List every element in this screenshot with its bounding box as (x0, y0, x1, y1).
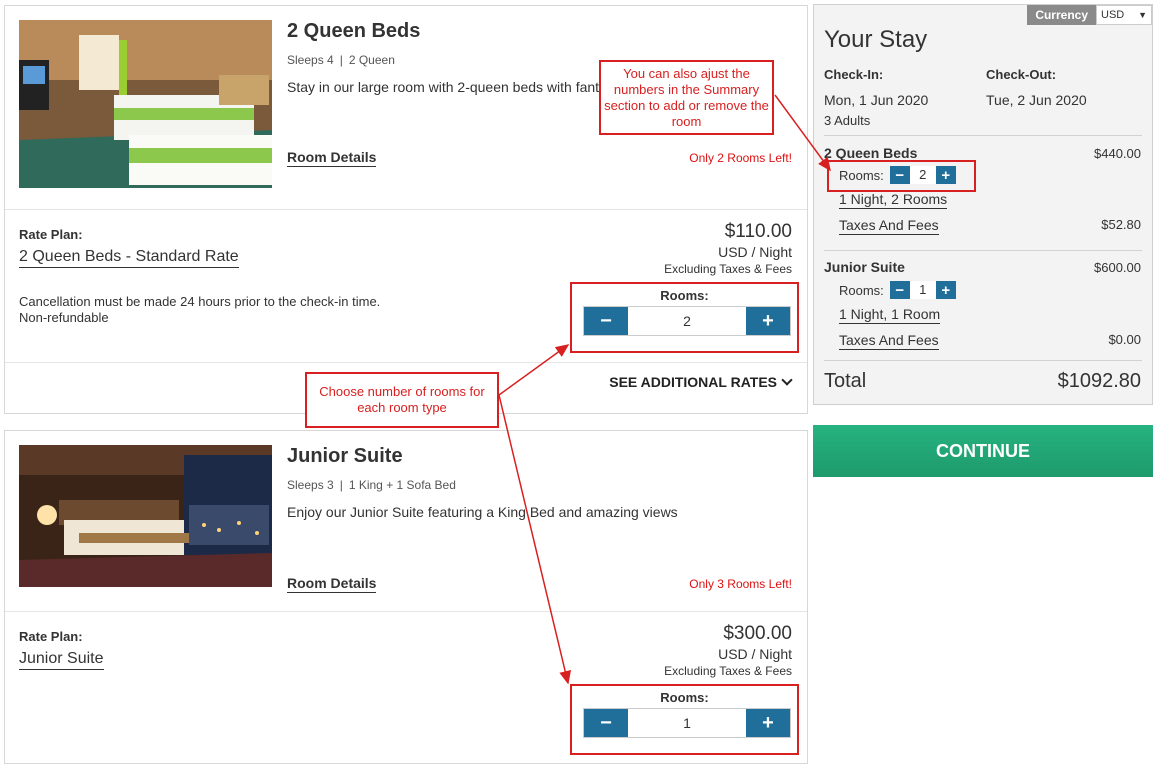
divider (5, 362, 807, 363)
currency-label: Currency (1027, 5, 1096, 25)
rooms-stepper-highlight: Rooms: − 1 + (570, 684, 799, 755)
see-additional-rates-link[interactable]: SEE ADDITIONAL RATES (609, 374, 793, 390)
cancellation-text: Cancellation must be made 24 hours prior… (19, 294, 381, 309)
currency-selector: Currency USD ▼ (1027, 5, 1152, 25)
plus-icon: + (762, 711, 774, 734)
chevron-down-icon (781, 374, 793, 386)
rooms-stepper-highlight: Rooms: − 2 + (570, 282, 799, 353)
minus-icon: − (895, 281, 905, 299)
summary-room-amount: $600.00 (1094, 260, 1141, 275)
summary-decrease-button[interactable]: − (889, 281, 910, 299)
availability-notice: Only 3 Rooms Left! (689, 577, 792, 591)
summary-room-amount: $440.00 (1094, 146, 1141, 161)
summary-stepper-highlight (827, 160, 976, 192)
total-label: Total (824, 370, 867, 392)
room-beds: 1 King + 1 Sofa Bed (348, 478, 456, 492)
summary-rooms-label: Rooms: (839, 282, 884, 298)
checkout-date: Tue, 2 Jun 2020 (986, 92, 1087, 108)
room-occupancy: Sleeps 3 | 1 King + 1 Sofa Bed (287, 478, 456, 492)
summary-taxes-link[interactable]: Taxes And Fees (839, 217, 939, 235)
meta-separator: | (339, 478, 343, 492)
room-sleeps: Sleeps 4 (287, 53, 334, 67)
divider (824, 360, 1142, 361)
price-note: Excluding Taxes & Fees (664, 262, 792, 276)
meta-separator: | (339, 53, 343, 67)
room-details-link[interactable]: Room Details (287, 575, 377, 593)
summary-room-name: 2 Queen Beds (824, 145, 918, 161)
summary-title: Your Stay (824, 26, 928, 53)
room-header: Junior Suite Sleeps 3 | 1 King + 1 Sofa Be… (5, 431, 807, 611)
price-unit: USD / Night (718, 646, 792, 662)
room-title: Junior Suite (287, 445, 403, 467)
summary-taxes-amount: $52.80 (1101, 217, 1141, 232)
summary-nights-link[interactable]: 1 Night, 2 Rooms (839, 191, 948, 209)
plus-icon: + (762, 309, 774, 332)
rooms-count-input[interactable]: 1 (628, 709, 746, 737)
summary-nights-link[interactable]: 1 Night, 1 Room (839, 306, 941, 324)
currency-value: USD (1101, 9, 1125, 21)
checkin-label: Check-In: (824, 67, 884, 82)
summary-rooms-count[interactable]: 1 (909, 281, 936, 299)
stay-summary: Currency USD ▼ Your Stay Check-In: Check… (813, 4, 1153, 405)
room-beds: 2 Queen (348, 53, 395, 67)
summary-taxes-amount: $0.00 (1108, 332, 1141, 347)
room-description: Enjoy our Junior Suite featuring a King … (287, 504, 678, 520)
rate-plan-name[interactable]: 2 Queen Beds - Standard Rate (19, 248, 239, 268)
rooms-stepper: − 1 + (583, 708, 791, 738)
cancellation-policy: Cancellation must be made 24 hours prior… (19, 294, 380, 326)
room-sleeps: Sleeps 3 (287, 478, 334, 492)
divider (824, 250, 1142, 251)
continue-button[interactable]: CONTINUE (813, 425, 1153, 477)
summary-rooms-stepper: Rooms: − 1 + (839, 281, 956, 299)
rate-plan-name[interactable]: Junior Suite (19, 650, 104, 670)
divider (824, 135, 1142, 136)
room-details-link[interactable]: Room Details (287, 149, 377, 167)
summary-annotation-text: You can also ajust the numbers in the Su… (604, 65, 769, 129)
rooms-annotation-text: Choose number of rooms for each room typ… (319, 384, 485, 415)
increase-rooms-button[interactable]: + (746, 709, 790, 737)
room-title: 2 Queen Beds (287, 20, 421, 42)
price-note: Excluding Taxes & Fees (664, 664, 792, 678)
summary-taxes-link[interactable]: Taxes And Fees (839, 332, 939, 350)
room-photo-2-queen-beds (19, 20, 272, 188)
checkin-date: Mon, 1 Jun 2020 (824, 92, 929, 108)
room-price: $300.00 (723, 623, 792, 644)
room-occupancy: Sleeps 4 | 2 Queen (287, 53, 395, 67)
summary-room-name: Junior Suite (824, 259, 905, 275)
plus-icon: + (941, 281, 951, 299)
total-value: $1092.80 (1057, 370, 1141, 392)
divider (5, 209, 807, 210)
rooms-annotation-callout: Choose number of rooms for each room typ… (305, 372, 499, 428)
see-additional-rates-label: SEE ADDITIONAL RATES (609, 374, 777, 390)
room-description: Stay in our large room with 2-queen beds… (287, 79, 600, 95)
summary-increase-button[interactable]: + (935, 281, 956, 299)
summary-annotation-callout: You can also ajust the numbers in the Su… (599, 60, 774, 135)
rooms-label: Rooms: (660, 690, 709, 705)
rooms-stepper: − 2 + (583, 306, 791, 336)
rooms-label: Rooms: (660, 288, 709, 303)
availability-notice: Only 2 Rooms Left! (689, 151, 792, 165)
increase-rooms-button[interactable]: + (746, 307, 790, 335)
refund-policy: Non-refundable (19, 310, 109, 325)
divider (5, 611, 807, 612)
decrease-rooms-button[interactable]: − (584, 307, 628, 335)
rate-plan-label: Rate Plan: (19, 227, 83, 242)
dropdown-arrow-icon: ▼ (1138, 10, 1147, 20)
rooms-count-input[interactable]: 2 (628, 307, 746, 335)
checkout-label: Check-Out: (986, 67, 1057, 82)
guest-count: 3 Adults (824, 113, 871, 128)
currency-dropdown[interactable]: USD ▼ (1096, 5, 1152, 25)
room-photo-junior-suite (19, 445, 272, 587)
decrease-rooms-button[interactable]: − (584, 709, 628, 737)
minus-icon: − (600, 309, 612, 332)
room-price: $110.00 (724, 221, 792, 242)
minus-icon: − (600, 711, 612, 734)
room-card-junior-suite: Junior Suite Sleeps 3 | 1 King + 1 Sofa Be… (4, 430, 808, 764)
price-unit: USD / Night (718, 244, 792, 260)
rate-plan-label: Rate Plan: (19, 629, 83, 644)
